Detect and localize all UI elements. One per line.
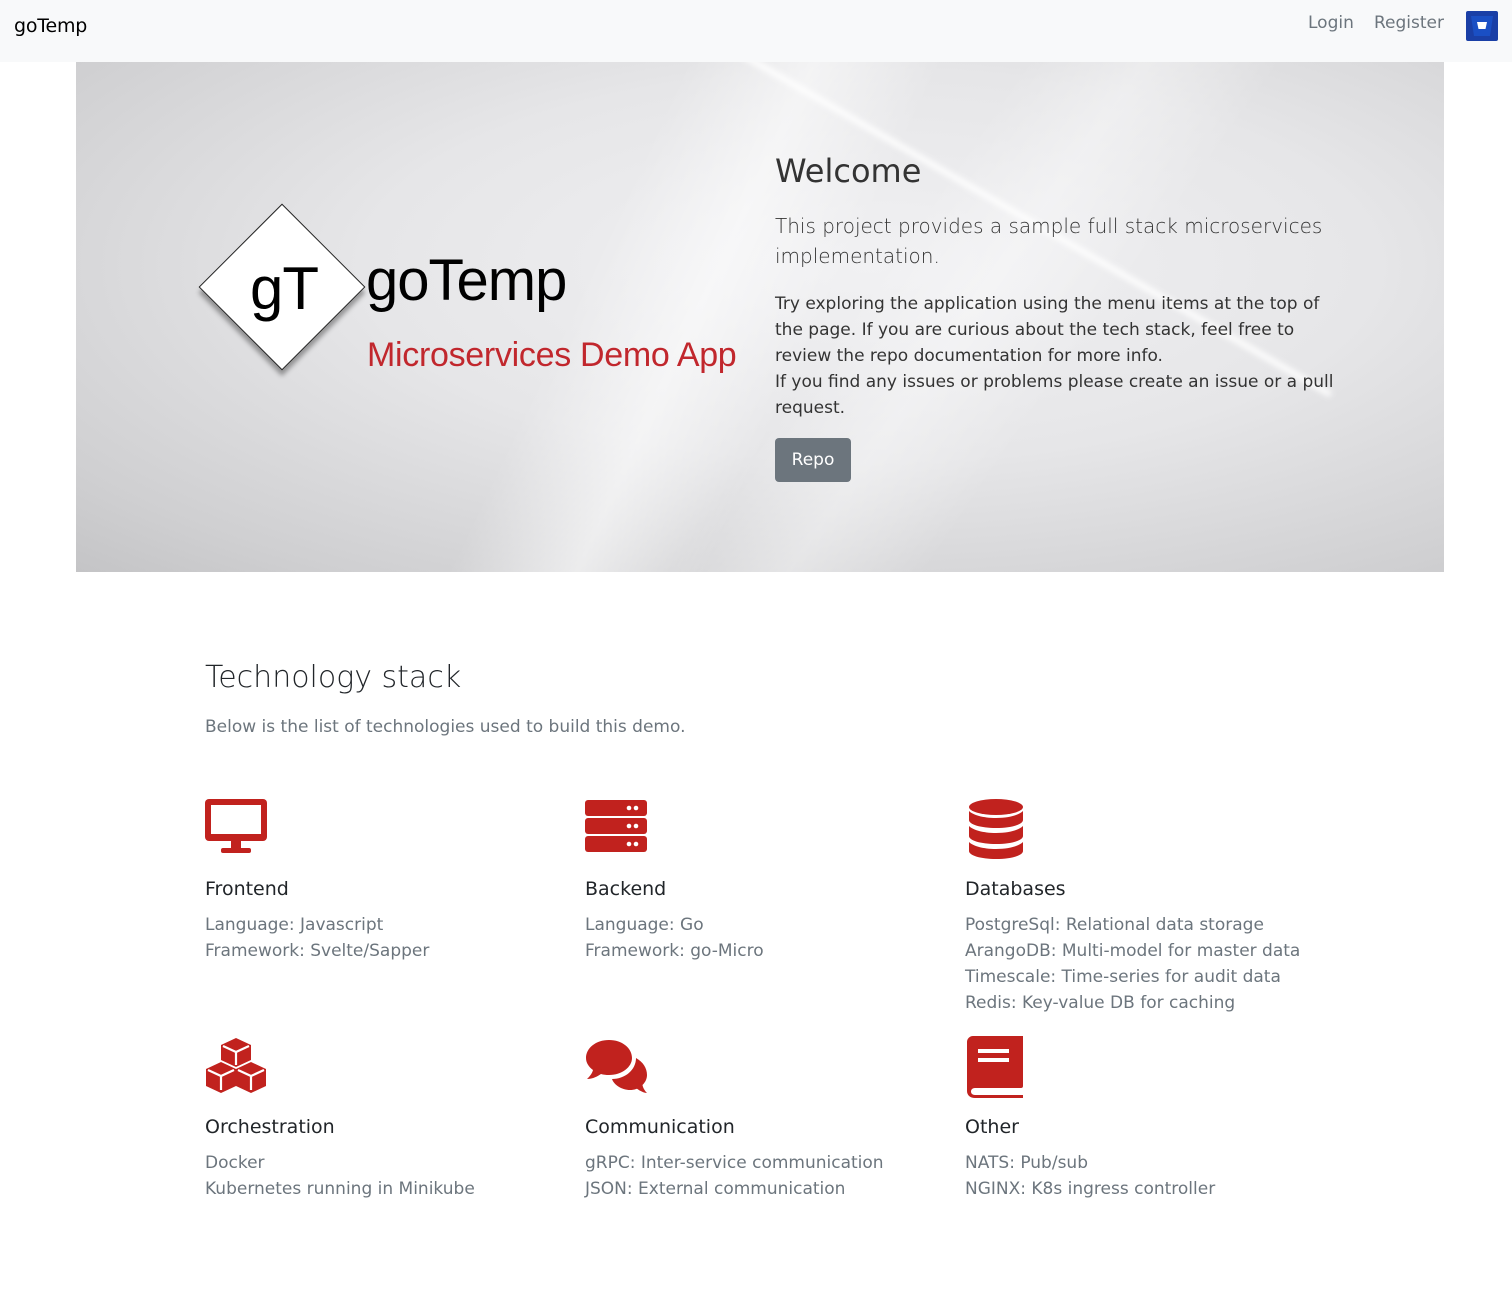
- list-item: NATS: Pub/sub: [965, 1153, 1089, 1173]
- hero-banner: gT goTemp Microservices Demo App Welcome…: [76, 62, 1444, 572]
- feature-title: Orchestration: [205, 1116, 335, 1138]
- feature-title: Databases: [965, 878, 1066, 900]
- database-icon: [965, 798, 1027, 860]
- list-item: Language: Javascript: [205, 915, 384, 935]
- feature-list: Docker Kubernetes running in Minikube: [205, 1150, 475, 1202]
- repo-button[interactable]: Repo: [775, 438, 851, 482]
- comments-icon: [585, 1036, 647, 1098]
- list-item: Language: Go: [585, 915, 704, 935]
- list-item: Kubernetes running in Minikube: [205, 1179, 475, 1199]
- tech-stack-title: Technology stack: [205, 660, 462, 695]
- brand-link[interactable]: goTemp: [14, 15, 87, 37]
- feature-title: Backend: [585, 878, 667, 900]
- feature-title: Other: [965, 1116, 1019, 1138]
- logo-mark: gT: [249, 255, 319, 322]
- feature-list: PostgreSql: Relational data storage Aran…: [965, 912, 1300, 1016]
- feature-list: Language: Javascript Framework: Svelte/S…: [205, 912, 429, 964]
- register-link[interactable]: Register: [1374, 13, 1444, 33]
- feature-list: Language: Go Framework: go-Micro: [585, 912, 764, 964]
- bucket-icon[interactable]: [1466, 11, 1498, 41]
- login-link[interactable]: Login: [1308, 13, 1354, 33]
- list-item: Framework: Svelte/Sapper: [205, 941, 430, 961]
- list-item: gRPC: Inter-service communication: [585, 1153, 884, 1173]
- list-item: Redis: Key-value DB for caching: [965, 993, 1236, 1013]
- desktop-icon: [205, 798, 267, 860]
- server-icon: [585, 798, 647, 860]
- list-item: NGINX: K8s ingress controller: [965, 1179, 1216, 1199]
- logo-subtitle: Microservices Demo App: [367, 336, 737, 374]
- hero-paragraph-1: Try exploring the application using the …: [775, 294, 1320, 366]
- hero-lead: This project provides a sample full stac…: [775, 214, 1323, 268]
- hero-title: Welcome: [775, 152, 922, 190]
- feature-title: Frontend: [205, 878, 289, 900]
- cubes-icon: [205, 1036, 267, 1098]
- list-item: Docker: [205, 1153, 265, 1173]
- list-item: PostgreSql: Relational data storage: [965, 915, 1264, 935]
- list-item: Framework: go-Micro: [585, 941, 764, 961]
- list-item: JSON: External communication: [585, 1179, 846, 1199]
- feature-list: gRPC: Inter-service communication JSON: …: [585, 1150, 884, 1202]
- book-icon: [965, 1036, 1027, 1098]
- list-item: ArangoDB: Multi-model for master data: [965, 941, 1301, 961]
- feature-title: Communication: [585, 1116, 735, 1138]
- logo-name: goTemp: [366, 248, 567, 313]
- tech-stack-lead: Below is the list of technologies used t…: [205, 717, 686, 737]
- list-item: Timescale: Time-series for audit data: [965, 967, 1281, 987]
- hero-paragraph-2: If you find any issues or problems pleas…: [775, 372, 1334, 418]
- feature-list: NATS: Pub/sub NGINX: K8s ingress control…: [965, 1150, 1215, 1202]
- navbar: goTemp Login Register: [0, 0, 1512, 62]
